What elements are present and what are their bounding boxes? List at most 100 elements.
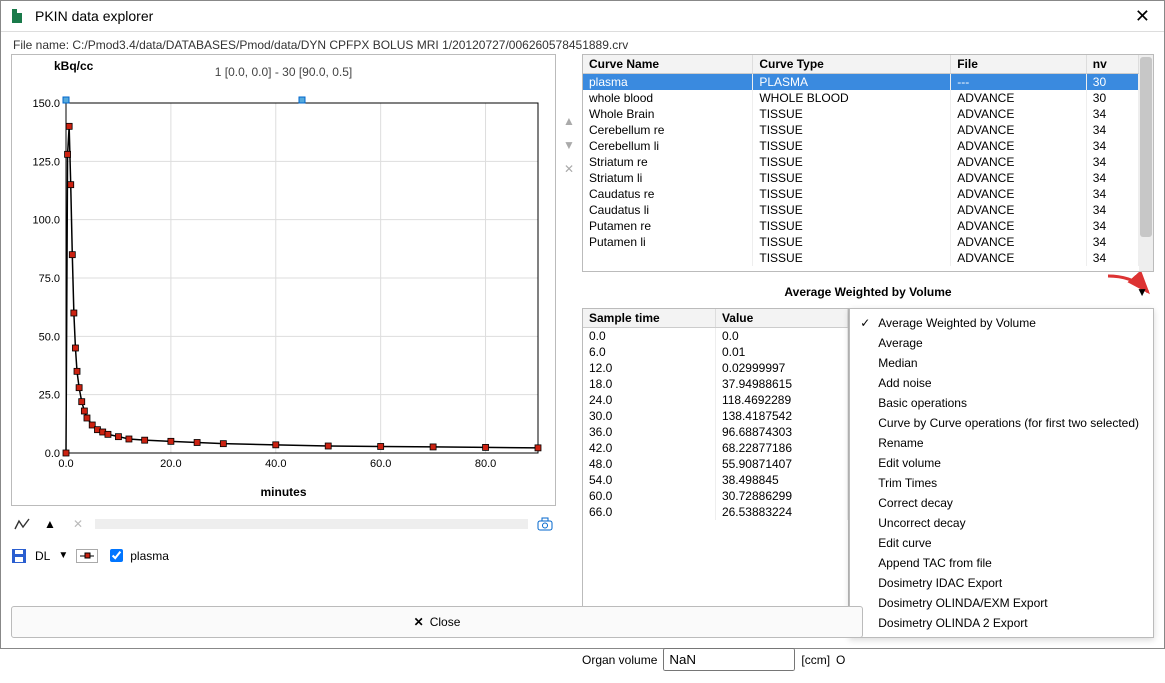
table-row[interactable]: Striatum liTISSUEADVANCE34	[583, 170, 1139, 186]
plot-subtitle: 1 [0.0, 0.0] - 30 [90.0, 0.5]	[18, 65, 549, 79]
table-row[interactable]: 12.00.02999997	[583, 360, 848, 376]
legend-row: DL ▼ plasma	[11, 544, 556, 567]
menu-item[interactable]: Uncorrect decay	[850, 513, 1153, 533]
clear-x-icon[interactable]: ✕	[67, 514, 89, 534]
menu-item[interactable]: Dosimetry OLINDA/EXM Export	[850, 593, 1153, 613]
close-button-label: Close	[430, 615, 461, 629]
svg-text:80.0: 80.0	[475, 458, 496, 470]
aggregate-mode-bar: Average Weighted by Volume ▼	[582, 278, 1154, 306]
polyline-tool-icon[interactable]	[11, 514, 33, 534]
plot-x-title: minutes	[18, 485, 549, 499]
curves-header[interactable]: Curve Type	[753, 55, 951, 74]
menu-item[interactable]: Rename	[850, 433, 1153, 453]
svg-text:20.0: 20.0	[160, 458, 181, 470]
app-logo-icon	[9, 6, 29, 26]
aggregate-context-menu: Average Weighted by VolumeAverageMedianA…	[849, 308, 1154, 638]
plasma-checkbox-input[interactable]	[110, 549, 123, 562]
table-row[interactable]: Putamen liTISSUEADVANCE34	[583, 234, 1139, 250]
table-row[interactable]: Cerebellum reTISSUEADVANCE34	[583, 122, 1139, 138]
plot-panel: kBq/cc 1 [0.0, 0.0] - 30 [90.0, 0.5] 0.0…	[11, 54, 556, 506]
move-up-icon[interactable]: ▲	[563, 114, 575, 128]
move-down-icon[interactable]: ▼	[563, 138, 575, 152]
svg-text:75.0: 75.0	[39, 273, 60, 285]
menu-item[interactable]: Basic operations	[850, 393, 1153, 413]
plot-toolbar: ▲ ✕	[11, 512, 556, 536]
menu-item[interactable]: Edit curve	[850, 533, 1153, 553]
table-row[interactable]: Caudatus liTISSUEADVANCE34	[583, 202, 1139, 218]
menu-item[interactable]: Correct decay	[850, 493, 1153, 513]
table-row[interactable]: plasmaPLASMA---30	[583, 74, 1139, 91]
plasma-checkbox-label: plasma	[130, 549, 169, 563]
table-row[interactable]: 48.055.90871407	[583, 456, 848, 472]
window-close-button[interactable]: ✕	[1129, 6, 1156, 27]
plot-area[interactable]: 0.025.050.075.0100.0125.0150.00.020.040.…	[18, 83, 549, 483]
svg-text:25.0: 25.0	[39, 390, 60, 402]
curves-table[interactable]: Curve NameCurve TypeFilenvplasmaPLASMA--…	[582, 54, 1154, 272]
table-row[interactable]: 42.068.22877186	[583, 440, 848, 456]
organ-volume-input[interactable]	[663, 648, 795, 671]
plot-y-title: kBq/cc	[54, 59, 93, 73]
file-name-value: C:/Pmod3.4/data/DATABASES/Pmod/data/DYN …	[72, 38, 628, 52]
menu-item[interactable]: Dosimetry OLINDA 2 Export	[850, 613, 1153, 633]
camera-icon[interactable]	[534, 514, 556, 534]
svg-text:40.0: 40.0	[265, 458, 286, 470]
values-header[interactable]: Sample time	[583, 309, 715, 328]
frame-slider[interactable]	[95, 519, 528, 529]
organ-volume-label: Organ volume	[582, 653, 657, 667]
window-title: PKIN data explorer	[35, 8, 1129, 24]
curves-header[interactable]: File	[951, 55, 1087, 74]
table-row[interactable]: Putamen reTISSUEADVANCE34	[583, 218, 1139, 234]
save-disk-icon[interactable]	[11, 548, 27, 564]
curves-header[interactable]: nv	[1086, 55, 1138, 74]
legend-marker-icon[interactable]	[76, 549, 98, 563]
values-header[interactable]: Value	[715, 309, 847, 328]
table-row[interactable]: 36.096.68874303	[583, 424, 848, 440]
file-name-bar: File name: C:/Pmod3.4/data/DATABASES/Pmo…	[1, 32, 1164, 54]
table-row[interactable]: 18.037.94988615	[583, 376, 848, 392]
plasma-checkbox[interactable]: plasma	[106, 546, 169, 565]
menu-item[interactable]: Dosimetry IDAC Export	[850, 573, 1153, 593]
up-triangle-icon[interactable]: ▲	[39, 514, 61, 534]
dropdown-triangle-icon[interactable]: ▼	[58, 550, 68, 561]
menu-item[interactable]: Curve by Curve operations (for first two…	[850, 413, 1153, 433]
menu-item[interactable]: Median	[850, 353, 1153, 373]
svg-text:125.0: 125.0	[32, 156, 60, 168]
curves-scrollbar[interactable]	[1139, 55, 1153, 271]
table-row[interactable]: Striatum reTISSUEADVANCE34	[583, 154, 1139, 170]
close-button[interactable]: ✕ Close	[11, 606, 863, 638]
svg-text:150.0: 150.0	[32, 98, 60, 110]
table-row[interactable]: Whole BrainTISSUEADVANCE34	[583, 106, 1139, 122]
table-row[interactable]: 60.030.72886299	[583, 488, 848, 504]
table-row[interactable]: 54.038.498845	[583, 472, 848, 488]
menu-item[interactable]: Average Weighted by Volume	[850, 313, 1153, 333]
table-row[interactable]: TISSUEADVANCE34	[583, 250, 1139, 266]
values-table[interactable]: Sample timeValue0.00.06.00.0112.00.02999…	[582, 308, 849, 638]
table-row[interactable]: 66.026.53883224	[583, 504, 848, 520]
menu-item[interactable]: Edit volume	[850, 453, 1153, 473]
svg-text:50.0: 50.0	[39, 331, 60, 343]
curves-header[interactable]: Curve Name	[583, 55, 753, 74]
table-row[interactable]: 24.0118.4692289	[583, 392, 848, 408]
menu-item[interactable]: Add noise	[850, 373, 1153, 393]
menu-item[interactable]: Append TAC from file	[850, 553, 1153, 573]
table-row[interactable]: whole bloodWHOLE BLOODADVANCE30	[583, 90, 1139, 106]
svg-text:0.0: 0.0	[58, 458, 73, 470]
svg-text:60.0: 60.0	[370, 458, 391, 470]
table-row[interactable]: 6.00.01	[583, 344, 848, 360]
organ-volume-trail: O	[836, 653, 845, 667]
table-row[interactable]: Cerebellum liTISSUEADVANCE34	[583, 138, 1139, 154]
file-name-label: File name:	[13, 38, 69, 52]
aggregate-mode-dropdown-icon[interactable]: ▼	[1136, 285, 1148, 299]
close-x-icon: ✕	[414, 615, 424, 629]
table-row[interactable]: 0.00.0	[583, 328, 848, 345]
svg-text:100.0: 100.0	[32, 215, 60, 227]
table-row[interactable]: Caudatus reTISSUEADVANCE34	[583, 186, 1139, 202]
organ-volume-row: Organ volume [ccm] O	[582, 646, 1154, 673]
table-row[interactable]: 30.0138.4187542	[583, 408, 848, 424]
menu-item[interactable]: Trim Times	[850, 473, 1153, 493]
menu-item[interactable]: Average	[850, 333, 1153, 353]
remove-x-icon[interactable]: ✕	[564, 162, 574, 176]
organ-volume-unit: [ccm]	[801, 653, 830, 667]
title-bar: PKIN data explorer ✕	[1, 1, 1164, 32]
dl-label: DL	[35, 549, 50, 563]
